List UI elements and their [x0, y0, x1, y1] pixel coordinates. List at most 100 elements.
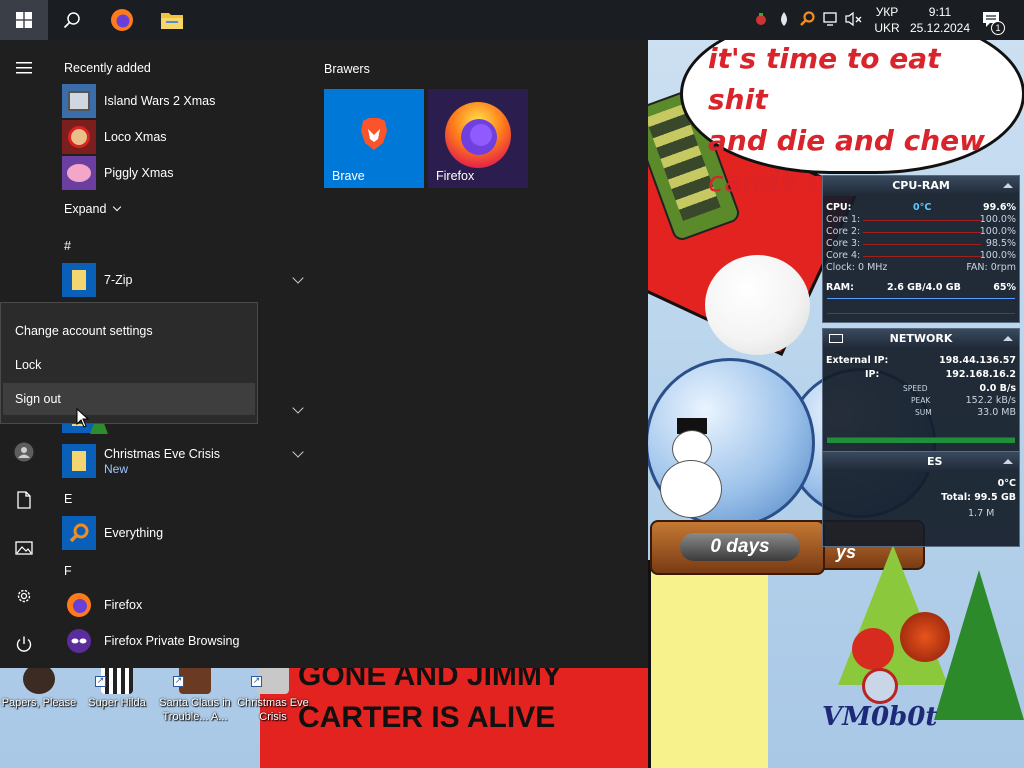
drive-extra: 1.7 M: [968, 508, 995, 519]
tile-group-header[interactable]: Brawers: [324, 62, 370, 76]
magnifier-icon: [69, 523, 89, 543]
bottom-line-2: CARTER IS ALIVE: [298, 701, 556, 734]
tray-volume-muted-icon[interactable]: [845, 10, 863, 28]
section-header-f[interactable]: F: [64, 564, 72, 578]
section-header-e[interactable]: E: [64, 492, 72, 506]
settings-button[interactable]: [8, 580, 40, 612]
speaker-muted-icon: [845, 11, 862, 27]
monitor-icon: [829, 334, 843, 343]
gadget-title: ES: [823, 452, 1019, 472]
external-ip-row: External IP: 198.44.136.57: [823, 355, 1019, 367]
chevron-down-icon[interactable]: [292, 446, 304, 458]
sum-row: SUM 33.0 MB: [823, 407, 1019, 419]
firefox-private-logo: [67, 629, 91, 653]
sign-out-item[interactable]: Sign out: [3, 383, 255, 415]
core-bar: [863, 244, 981, 245]
core-value: 98.5%: [985, 238, 1016, 249]
network-graph: [827, 425, 1015, 443]
wallpaper-snowman-body: [660, 460, 722, 518]
wallpaper-yellow-block: [648, 560, 768, 768]
tray-christmas-icon[interactable]: [752, 10, 770, 28]
notification-count-badge: 1: [991, 21, 1005, 35]
network-gadget[interactable]: NETWORK External IP: 198.44.136.57 IP: 192…: [822, 328, 1020, 452]
cpu-temp: 0°C: [913, 202, 932, 213]
collapse-icon[interactable]: [1003, 336, 1013, 341]
gadget-title: NETWORK: [823, 329, 1019, 349]
tray-drop-icon[interactable]: [775, 10, 793, 28]
taskbar-clock[interactable]: 9:11 25.12.2024: [908, 4, 972, 36]
gear-icon: [17, 589, 31, 603]
core-label: Core 3:: [826, 238, 861, 249]
app-item-island-wars[interactable]: Island Wars 2 Xmas: [62, 83, 312, 119]
sum-label: SUM: [915, 408, 932, 417]
chevron-down-icon[interactable]: [292, 402, 304, 414]
expand-button[interactable]: Expand: [64, 202, 122, 216]
tray-network-icon[interactable]: [822, 10, 840, 28]
tile-label: Brave: [332, 169, 365, 183]
papers-please-icon: [23, 664, 55, 694]
power-button[interactable]: [8, 628, 40, 660]
desktop-icon-label: Santa Claus in Trouble... A...: [159, 697, 231, 723]
taskbar-file-explorer-button[interactable]: [148, 0, 196, 40]
shortcut-arrow-icon: ↗: [173, 676, 184, 687]
section-header-hash[interactable]: #: [64, 239, 71, 253]
taskbar-firefox-button[interactable]: [98, 0, 146, 40]
drive-total-row: Total: 99.5 GB: [823, 492, 1019, 504]
speed-value: 0.0 B/s: [979, 383, 1016, 394]
start-button[interactable]: [0, 0, 48, 40]
app-item-firefox[interactable]: Firefox: [62, 587, 312, 623]
external-ip-label: External IP:: [826, 355, 889, 366]
app-label: Island Wars 2 Xmas: [104, 94, 216, 108]
drives-gadget[interactable]: ES 0°C Total: 99.5 GB 1.7 M: [822, 451, 1020, 547]
collapse-icon[interactable]: [1003, 183, 1013, 188]
piggly-xmas-glyph: [67, 164, 91, 182]
desktop-icon-santa-claus[interactable]: Santa Claus in Trouble... A...: [156, 664, 234, 724]
app-item-firefox-private[interactable]: Firefox Private Browsing: [62, 623, 312, 659]
change-account-settings-item[interactable]: Change account settings: [3, 315, 255, 347]
documents-button[interactable]: [8, 484, 40, 516]
wallpaper-signature: VM0b0t: [822, 702, 938, 732]
pictures-button[interactable]: [8, 532, 40, 564]
app-item-loco-xmas[interactable]: Loco Xmas: [62, 119, 312, 155]
core-bar: [863, 232, 981, 233]
network-title: NETWORK: [889, 332, 953, 345]
desktop-icon-papers-please[interactable]: Papers, Please: [0, 664, 78, 710]
language-indicator[interactable]: УКР UKR: [870, 4, 904, 36]
cpu-ram-gadget[interactable]: CPU-RAM CPU: 0°C 99.6% Core 1: 100.0% Cor…: [822, 175, 1020, 323]
core-value: 100.0%: [979, 250, 1016, 261]
new-badge: New: [104, 462, 129, 476]
network-icon: [823, 12, 837, 26]
sum-value: 33.0 MB: [977, 407, 1016, 418]
taskbar: УКР UKR 9:11 25.12.2024 1: [0, 0, 1024, 40]
desktop-icon-christmas-eve-crisis[interactable]: Christmas Eve Crisis: [234, 664, 312, 724]
chevron-down-icon: [113, 202, 122, 212]
action-center-button[interactable]: 1: [980, 8, 1008, 35]
app-item-everything[interactable]: Everything: [62, 515, 312, 551]
internal-ip-value: 192.168.16.2: [945, 369, 1016, 380]
bubble-line-2: and die and chew: [708, 124, 986, 157]
app-item-7zip[interactable]: 7-Zip: [62, 262, 312, 298]
desktop-icon-label: Christmas Eve Crisis: [237, 697, 309, 723]
collapse-icon[interactable]: [1003, 459, 1013, 464]
tray-everything-icon[interactable]: [798, 10, 816, 28]
external-ip-value: 198.44.136.57: [939, 355, 1016, 366]
cpu-percent: 99.6%: [983, 202, 1016, 213]
core-label: Core 4:: [826, 250, 861, 261]
app-item-piggly-xmas[interactable]: Piggly Xmas: [62, 155, 312, 191]
app-item-christmas-eve-crisis[interactable]: Christmas Eve Crisis New: [62, 442, 312, 480]
account-button[interactable]: [8, 436, 40, 468]
hamburger-menu-button[interactable]: [8, 52, 40, 84]
tile-label: Firefox: [436, 169, 475, 183]
internal-ip-label: IP:: [865, 369, 880, 380]
desktop-icon-label: Papers, Please: [1, 697, 77, 709]
tile-firefox[interactable]: Firefox: [428, 89, 528, 188]
tile-brave[interactable]: Brave: [324, 89, 424, 188]
chevron-down-icon[interactable]: [292, 272, 304, 284]
fan-value: FAN: 0rpm: [966, 262, 1016, 273]
clock-time: 9:11: [928, 5, 952, 19]
desktop-icon-super-hilda[interactable]: Super Hilda: [78, 664, 156, 710]
folder-glyph: [72, 451, 86, 471]
search-button[interactable]: [48, 0, 96, 40]
app-label: Christmas Eve Crisis: [104, 447, 220, 461]
lock-item[interactable]: Lock: [3, 349, 255, 381]
